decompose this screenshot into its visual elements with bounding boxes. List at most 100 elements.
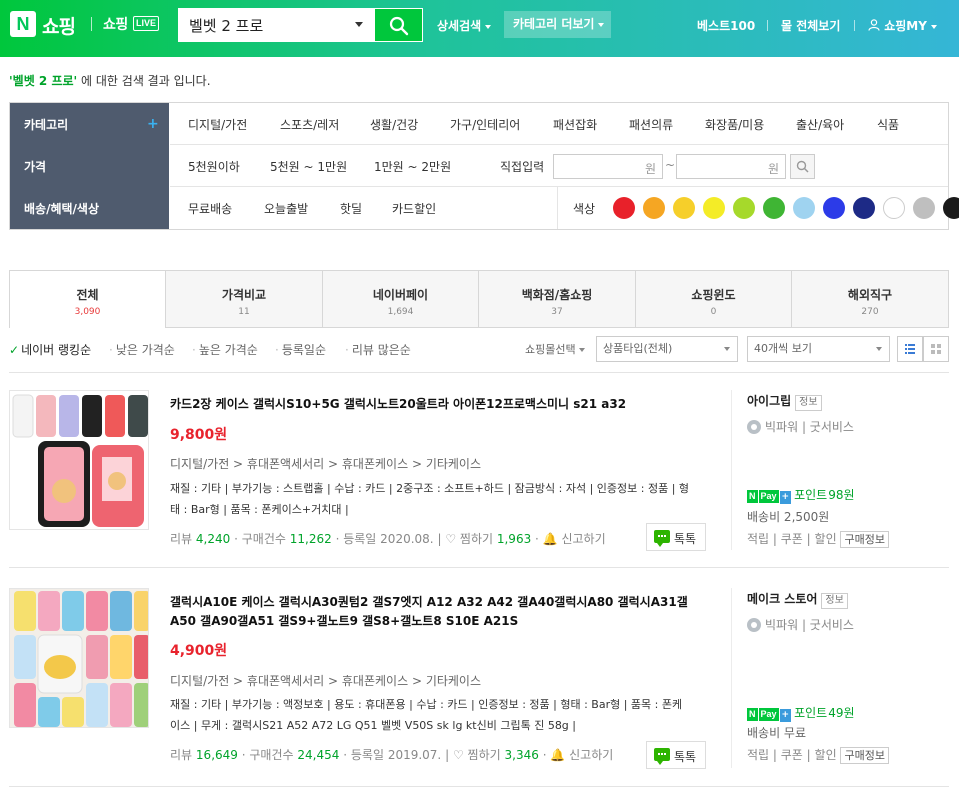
- product-title-link[interactable]: 갤럭시A10E 케이스 갤럭시A30퀀텀2 갤S7엣지 A12 A32 A42 …: [170, 593, 710, 631]
- category-option[interactable]: 스포츠/레저: [280, 116, 339, 133]
- action-save[interactable]: 적립: [747, 748, 769, 762]
- tab-department-store[interactable]: 백화점/홈쇼핑 37: [479, 271, 636, 328]
- color-swatch[interactable]: [673, 197, 695, 219]
- category-option[interactable]: 출산/육아: [796, 116, 844, 133]
- product-category[interactable]: 디지털/가전 > 휴대폰액세서리 > 휴대폰케이스 > 기타케이스: [170, 672, 481, 689]
- color-swatch[interactable]: [943, 197, 959, 219]
- product-thumbnail[interactable]: [9, 390, 149, 530]
- tab-naver-pay[interactable]: 네이버페이 1,694: [323, 271, 479, 328]
- mall-info-button[interactable]: 정보: [821, 593, 848, 609]
- category-option[interactable]: 패션잡화: [553, 116, 597, 133]
- report-link[interactable]: 신고하기: [569, 748, 613, 762]
- bell-icon[interactable]: 🔔: [550, 748, 565, 762]
- color-swatch[interactable]: [853, 197, 875, 219]
- bell-icon[interactable]: 🔔: [543, 532, 558, 546]
- sort-date[interactable]: · 등록일순: [275, 341, 326, 358]
- color-swatch[interactable]: [793, 197, 815, 219]
- detail-search-link[interactable]: 상세검색: [437, 17, 492, 34]
- category-option[interactable]: 디지털/가전: [188, 116, 247, 133]
- view-count-select[interactable]: 40개씩 보기: [747, 336, 890, 362]
- review-count[interactable]: 4,240: [196, 532, 230, 546]
- filter-head-price: 가격: [24, 160, 47, 174]
- color-swatch[interactable]: [733, 197, 755, 219]
- product-title-link[interactable]: 카드2장 케이스 갤럭시S10+5G 갤럭시노트20울트라 아이폰12프로맥스미…: [170, 395, 710, 414]
- delivery-option[interactable]: 핫딜: [340, 200, 362, 217]
- sort-ranking[interactable]: ✓ 네이버 랭킹순: [9, 341, 91, 358]
- mall-grade: 빅파워 | 굿서비스: [747, 418, 854, 435]
- grade-label: 빅파워: [765, 618, 799, 632]
- delivery-option[interactable]: 카드할인: [392, 200, 436, 217]
- mall-select-dropdown[interactable]: 쇼핑몰선택: [525, 341, 585, 357]
- color-swatch[interactable]: [613, 197, 635, 219]
- mall-info-button[interactable]: 정보: [795, 395, 822, 411]
- product-category[interactable]: 디지털/가전 > 휴대폰액세서리 > 휴대폰케이스 > 기타케이스: [170, 455, 481, 472]
- all-malls-link[interactable]: 몰 전체보기: [781, 17, 840, 34]
- tab-shopping-window[interactable]: 쇼핑윈도 0: [636, 271, 792, 328]
- color-swatch[interactable]: [703, 197, 725, 219]
- list-view-button[interactable]: [897, 336, 923, 362]
- price-range-option[interactable]: 5천원이하: [188, 158, 240, 175]
- color-swatch[interactable]: [823, 197, 845, 219]
- mall-actions: 적립 | 쿠폰 | 할인 구매정보: [747, 530, 889, 548]
- price-range-option[interactable]: 5천원 ~ 1만원: [270, 158, 347, 175]
- shopping-live-link[interactable]: 쇼핑: [103, 14, 128, 34]
- heart-icon[interactable]: ♡: [445, 532, 456, 546]
- category-option[interactable]: 가구/인테리어: [450, 116, 520, 133]
- talktalk-button[interactable]: 톡톡: [646, 741, 706, 769]
- color-swatch[interactable]: [913, 197, 935, 219]
- like-label[interactable]: 찜하기: [460, 532, 493, 546]
- medal-icon: [747, 420, 761, 434]
- delivery-option[interactable]: 무료배송: [188, 200, 232, 217]
- max-price-input[interactable]: 원: [676, 154, 786, 179]
- sort-low-price[interactable]: · 낮은 가격순: [109, 341, 175, 358]
- action-discount[interactable]: 할인: [815, 532, 837, 546]
- action-coupon[interactable]: 쿠폰: [781, 532, 803, 546]
- talktalk-button[interactable]: 톡톡: [646, 523, 706, 551]
- search-button[interactable]: [374, 8, 423, 42]
- category-more-button[interactable]: 카테고리 더보기: [504, 11, 611, 38]
- category-option[interactable]: 화장품/미용: [705, 116, 764, 133]
- sort-high-price[interactable]: · 높은 가격순: [192, 341, 258, 358]
- category-more-label: 카테고리 더보기: [513, 17, 595, 31]
- color-swatch[interactable]: [643, 197, 665, 219]
- plus-icon[interactable]: +: [147, 116, 159, 132]
- mall-actions: 적립 | 쿠폰 | 할인 구매정보: [747, 746, 889, 764]
- sort-reviews[interactable]: · 리뷰 많은순: [345, 341, 411, 358]
- divider: [557, 187, 558, 229]
- search-dropdown-caret-icon[interactable]: [355, 22, 363, 27]
- live-badge[interactable]: LIVE: [133, 16, 160, 31]
- product-type-select[interactable]: 상품타입(전체): [596, 336, 738, 362]
- best100-link[interactable]: 베스트100: [697, 17, 755, 34]
- tab-all[interactable]: 전체 3,090: [9, 271, 166, 328]
- category-option[interactable]: 생활/건강: [370, 116, 418, 133]
- product-image: [10, 589, 148, 727]
- mall-name-link[interactable]: 메이크 스토어 정보: [747, 590, 848, 609]
- category-option[interactable]: 패션의류: [629, 116, 673, 133]
- product-thumbnail[interactable]: [9, 588, 149, 728]
- min-price-input[interactable]: 원: [553, 154, 663, 179]
- my-shopping-link[interactable]: 쇼핑MY: [868, 17, 937, 34]
- like-label[interactable]: 찜하기: [468, 748, 501, 762]
- shopping-logo-text[interactable]: 쇼핑: [42, 12, 76, 39]
- purchase-info-button[interactable]: 구매정보: [840, 747, 889, 764]
- action-discount[interactable]: 할인: [815, 748, 837, 762]
- purchase-info-button[interactable]: 구매정보: [840, 531, 889, 548]
- action-coupon[interactable]: 쿠폰: [781, 748, 803, 762]
- price-search-button[interactable]: [790, 154, 815, 179]
- action-save[interactable]: 적립: [747, 532, 769, 546]
- grid-view-button[interactable]: [923, 336, 949, 362]
- mall-name-link[interactable]: 아이그립 정보: [747, 392, 822, 411]
- heart-icon[interactable]: ♡: [453, 748, 464, 762]
- price-range-option[interactable]: 1만원 ~ 2만원: [374, 158, 451, 175]
- report-link[interactable]: 신고하기: [561, 532, 605, 546]
- delivery-option[interactable]: 오늘출발: [264, 200, 308, 217]
- won-unit: 원: [767, 162, 779, 176]
- search-input[interactable]: [179, 9, 349, 41]
- tab-price-compare[interactable]: 가격비교 11: [166, 271, 323, 328]
- color-swatch[interactable]: [763, 197, 785, 219]
- naver-logo-icon[interactable]: N: [10, 11, 36, 37]
- review-count[interactable]: 16,649: [196, 748, 238, 762]
- category-option[interactable]: 식품: [877, 116, 899, 133]
- tab-overseas[interactable]: 해외직구 270: [792, 271, 949, 328]
- color-swatch[interactable]: [883, 197, 905, 219]
